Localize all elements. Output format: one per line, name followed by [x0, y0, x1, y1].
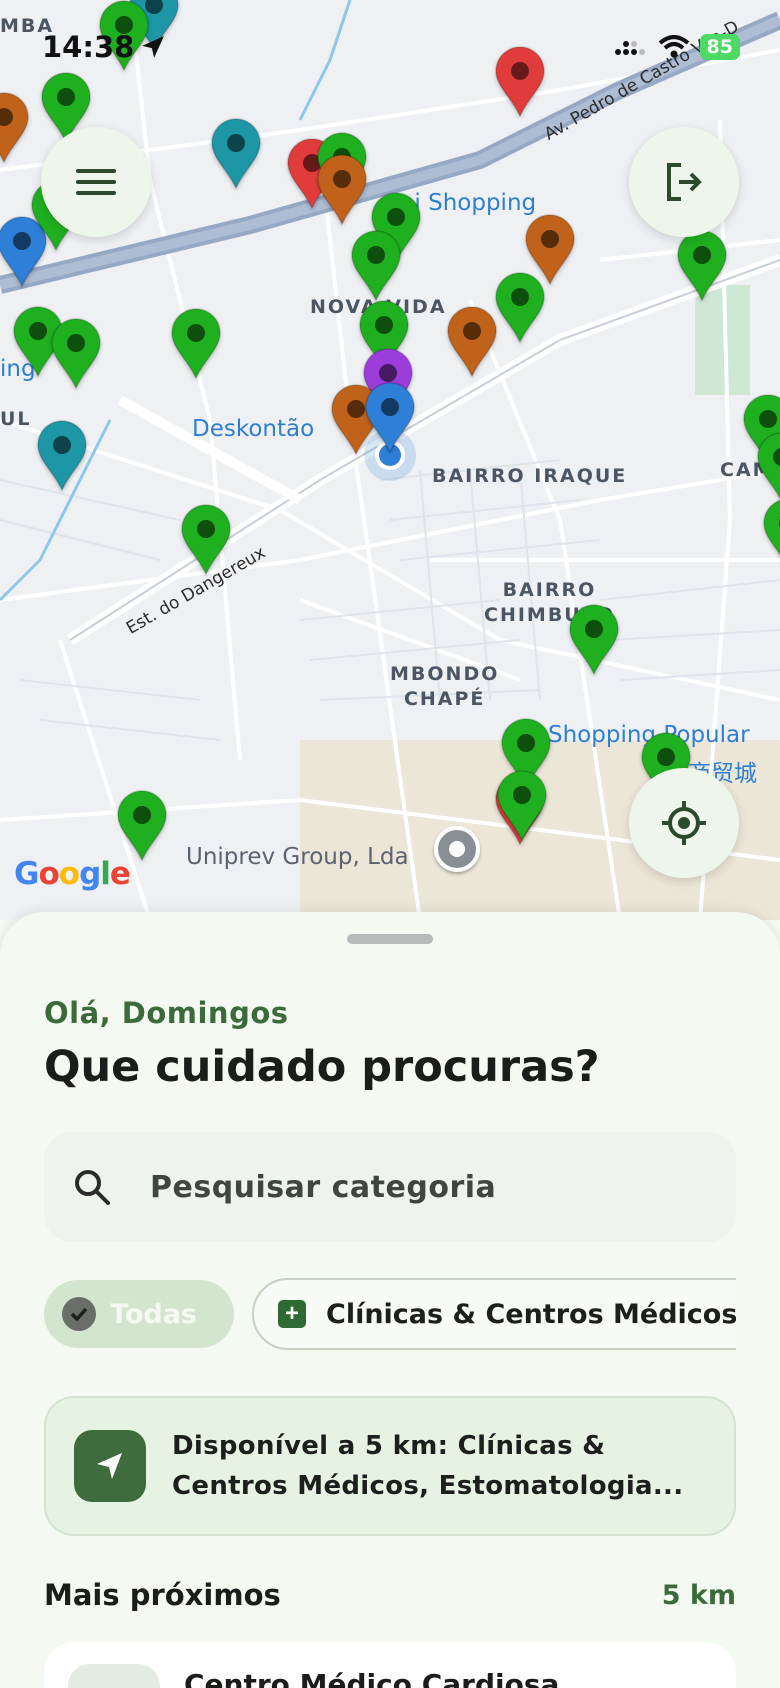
nearby-card[interactable]: Centro Médico Cardiosa...: [44, 1642, 736, 1688]
map-pin-green[interactable]: [568, 604, 620, 676]
map-pin-green[interactable]: [350, 230, 402, 302]
map-pin-green[interactable]: [762, 498, 780, 570]
nearby-range[interactable]: 5 km: [662, 1580, 736, 1611]
chip-all[interactable]: Todas: [44, 1280, 234, 1348]
medical-plus-icon: +: [278, 1300, 306, 1328]
wifi-icon: [658, 35, 689, 58]
map-pin-blue[interactable]: [364, 382, 416, 454]
map-pin-green[interactable]: [180, 504, 232, 576]
uniprev-marker[interactable]: [434, 826, 480, 872]
status-right: 85: [614, 34, 740, 60]
card-title: Centro Médico Cardiosa...: [184, 1668, 592, 1688]
search-placeholder: Pesquisar categoria: [150, 1169, 497, 1205]
map-pin-orange[interactable]: [316, 154, 368, 226]
category-chips[interactable]: Todas + Clínicas & Centros Médicos: [44, 1278, 736, 1350]
chip-clinics-label: Clínicas & Centros Médicos: [326, 1298, 736, 1330]
map-pin-teal[interactable]: [210, 118, 262, 190]
availability-text: Disponível a 5 km: Clínicas & Centros Mé…: [172, 1426, 683, 1506]
area-label-bairro-iraque: BAIRRO IRAQUE: [432, 465, 628, 487]
availability-line-1: Disponível a 5 km: Clínicas &: [172, 1431, 606, 1461]
poi-label-deskontao[interactable]: Deskontão: [192, 416, 314, 442]
card-thumbnail: [68, 1664, 160, 1688]
crosshair-icon: [662, 801, 706, 845]
map-pin-orange[interactable]: [0, 92, 30, 164]
poi-label-uniprev[interactable]: Uniprev Group, Lda: [186, 844, 409, 870]
availability-line-2: Centros Médicos, Estomatologia...: [172, 1471, 684, 1501]
logout-icon: [667, 163, 702, 201]
status-time: 14:38: [42, 30, 135, 64]
map-pin-green[interactable]: [676, 230, 728, 302]
map-pin-green[interactable]: [116, 790, 168, 862]
signal-icon: [614, 41, 645, 55]
map-pin-orange[interactable]: [446, 306, 498, 378]
map-pin-teal[interactable]: [36, 420, 88, 492]
chip-clinics[interactable]: + Clínicas & Centros Médicos: [252, 1278, 736, 1350]
availability-notice[interactable]: Disponível a 5 km: Clínicas & Centros Mé…: [44, 1396, 736, 1536]
map-view[interactable]: MBA NOVA VIDA BAIRRO IRAQUE BAIRRO CHIMB…: [0, 0, 780, 920]
search-input[interactable]: Pesquisar categoria: [44, 1132, 736, 1242]
sheet-drag-handle[interactable]: [347, 934, 433, 944]
hamburger-icon: [76, 169, 116, 195]
map-pin-green[interactable]: [496, 770, 548, 842]
greeting-text: Olá, Domingos: [44, 996, 289, 1030]
area-label-ul: UL: [0, 408, 32, 430]
battery-indicator: 85: [699, 34, 740, 60]
logout-button[interactable]: [629, 127, 739, 237]
nearby-section-title: Mais próximos: [44, 1578, 281, 1612]
map-pin-green[interactable]: [494, 272, 546, 344]
map-pin-red[interactable]: [494, 46, 546, 118]
page-title: Que cuidado procuras?: [44, 1042, 600, 1092]
location-arrow-icon: [142, 36, 164, 58]
menu-button[interactable]: [41, 127, 151, 237]
recenter-button[interactable]: [629, 768, 739, 878]
map-pin-green[interactable]: [756, 432, 780, 504]
area-label-mbondo-chape: MBONDO CHAPÉ: [390, 663, 500, 710]
bottom-sheet[interactable]: Olá, Domingos Que cuidado procuras? Pesq…: [0, 912, 780, 1688]
google-logo: Google: [14, 856, 131, 892]
map-pin-green[interactable]: [170, 308, 222, 380]
search-icon: [75, 1170, 110, 1205]
chip-all-label: Todas: [110, 1298, 197, 1330]
navigation-arrow-icon: [74, 1430, 146, 1502]
map-pin-green[interactable]: [50, 318, 102, 390]
check-icon: [62, 1297, 96, 1331]
